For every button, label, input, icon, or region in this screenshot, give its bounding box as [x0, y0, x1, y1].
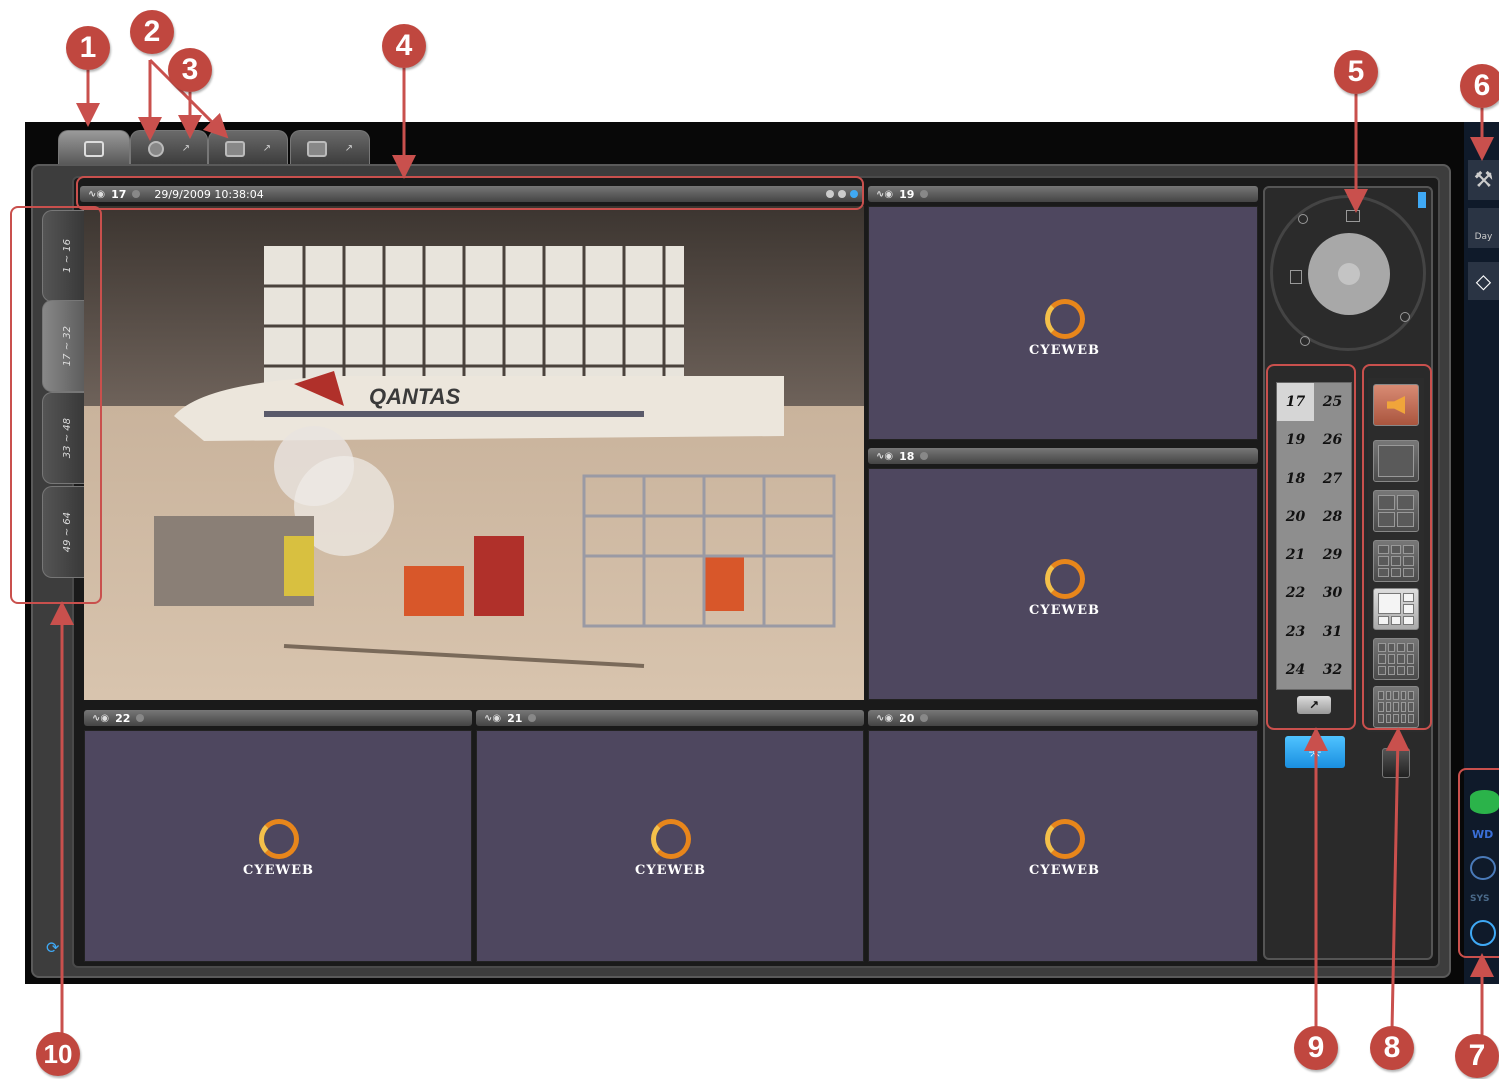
annotation-box-7 [1458, 768, 1499, 958]
camera-header: ∿◉ 19 [868, 186, 1258, 202]
screenshot: ↗ ↗ ↗ 1 ~ 16 17 ~ 32 33 ~ 48 49 ~ 64 ⟳ ∿… [0, 0, 1499, 1079]
fullscreen-icon[interactable] [1382, 748, 1410, 778]
logo-text: CYEWEB [1029, 343, 1101, 358]
sun-icon [1044, 559, 1085, 599]
open-arrow-icon: ↗ [262, 143, 272, 154]
day-night-button[interactable]: Day [1468, 208, 1499, 248]
tab-config[interactable]: ↗ [290, 130, 370, 166]
callout-badge: 3 [168, 48, 212, 92]
settings-panel-icon [306, 140, 327, 157]
camera-header: ∿◉ 21 [476, 710, 864, 726]
focus-icon[interactable] [1300, 336, 1310, 346]
tools-icon[interactable]: ⚒ [1468, 160, 1499, 200]
status-dot [528, 714, 537, 722]
cyeweb-logo: CYEWEB [243, 819, 314, 878]
callout-badge: 2 [130, 10, 174, 54]
callout-badge: 4 [382, 24, 426, 68]
status-dot [920, 452, 929, 460]
hangar-scene-image: QANTAS [84, 206, 864, 700]
logo-text: CYEWEB [635, 863, 707, 878]
callout-badge: 9 [1294, 1026, 1338, 1070]
camera-cell-21[interactable]: CYEWEB [476, 730, 864, 962]
monitor-icon [84, 140, 104, 157]
sun-icon [1044, 819, 1085, 859]
camera-channel: 18 [899, 449, 915, 463]
annotation-box-8 [1362, 364, 1432, 730]
camera-header: ∿◉ 22 [84, 710, 472, 726]
annotation-box-9 [1266, 364, 1356, 730]
status-dot [136, 714, 145, 722]
tab-playback[interactable]: ↗ [130, 130, 208, 166]
sun-icon [258, 819, 299, 859]
camera-signal-icon: ∿◉ [92, 712, 110, 724]
logo-text: CYEWEB [243, 863, 315, 878]
tab-live-view[interactable] [58, 130, 130, 166]
network-icon [224, 140, 245, 157]
cyeweb-logo: CYEWEB [1029, 819, 1100, 878]
camera-channel: 20 [899, 711, 915, 725]
camera-header: ∿◉ 20 [868, 710, 1258, 726]
day-label: Day [1474, 232, 1493, 242]
ptz-center-knob[interactable] [1338, 263, 1360, 285]
camera-cell-18[interactable]: CYEWEB [868, 468, 1258, 700]
logo-text: CYEWEB [1029, 603, 1101, 618]
cyeweb-logo: CYEWEB [635, 819, 706, 878]
camera-signal-icon: ∿◉ [484, 712, 502, 724]
camera-icon [147, 140, 164, 157]
diamond-icon[interactable]: ◇ [1468, 262, 1499, 300]
callout-badge: 5 [1334, 50, 1378, 94]
annotation-box-4 [76, 176, 864, 210]
status-dot [920, 714, 929, 722]
annotation-box-10 [10, 206, 102, 604]
ptz-up-icon[interactable] [1346, 210, 1360, 222]
callout-badge: 1 [66, 26, 110, 70]
zoom-out-icon[interactable] [1400, 312, 1410, 322]
cyeweb-logo: CYEWEB [1029, 559, 1100, 618]
camera-channel: 19 [899, 187, 915, 201]
ptz-left-icon[interactable] [1290, 270, 1302, 284]
camera-signal-icon: ∿◉ [876, 450, 894, 462]
main-camera-video[interactable]: QANTAS [84, 206, 864, 700]
aircraft-livery-text: QANTAS [369, 384, 461, 409]
camera-signal-icon: ∿◉ [876, 188, 894, 200]
callout-badge: 8 [1370, 1026, 1414, 1070]
status-dot [920, 190, 929, 198]
sun-icon [650, 819, 691, 859]
auto-scan-button[interactable]: ☼ [1285, 736, 1345, 768]
open-arrow-icon: ↗ [181, 143, 191, 154]
cyeweb-logo: CYEWEB [1029, 299, 1100, 358]
camera-cell-20[interactable]: CYEWEB [868, 730, 1258, 962]
callout-badge: 6 [1460, 64, 1499, 108]
camera-cell-22[interactable]: CYEWEB [84, 730, 472, 962]
sun-icon [1044, 299, 1085, 339]
callout-badge: 10 [36, 1032, 80, 1076]
camera-signal-icon: ∿◉ [876, 712, 894, 724]
refresh-icon[interactable]: ⟳ [46, 938, 59, 957]
ptz-menu-icon[interactable] [1418, 192, 1426, 208]
camera-channel: 22 [115, 711, 131, 725]
camera-header: ∿◉ 18 [868, 448, 1258, 464]
camera-channel: 21 [507, 711, 523, 725]
tab-remote-playback[interactable]: ↗ [208, 130, 288, 166]
logo-text: CYEWEB [1029, 863, 1101, 878]
callout-badge: 7 [1455, 1034, 1499, 1078]
camera-cell-19[interactable]: CYEWEB [868, 206, 1258, 440]
open-arrow-icon: ↗ [344, 143, 354, 154]
zoom-in-icon[interactable] [1298, 214, 1308, 224]
